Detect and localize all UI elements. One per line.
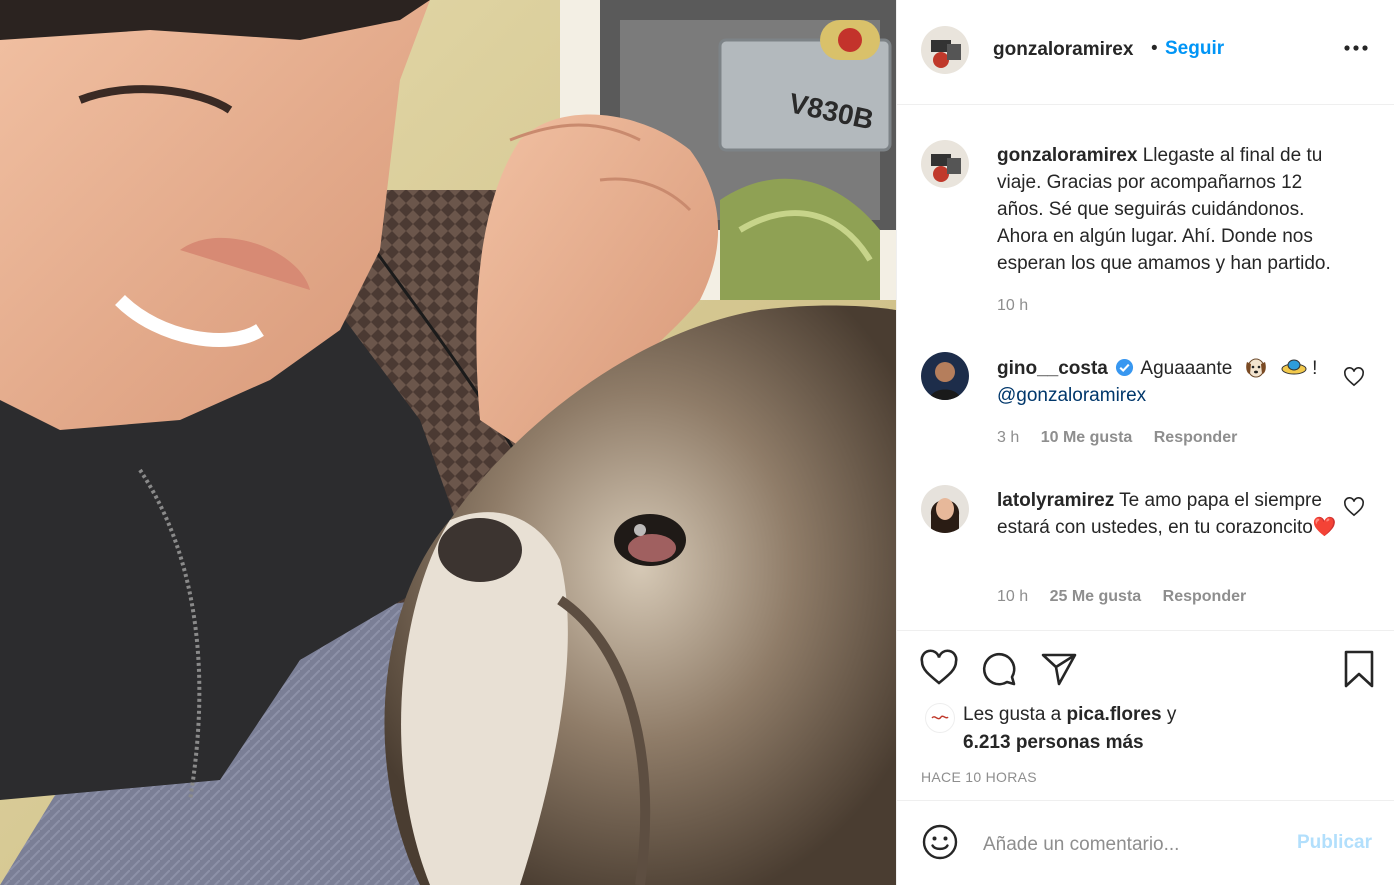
emoji-picker-icon[interactable] — [921, 823, 959, 861]
flying-saucer-emoji-icon — [1281, 359, 1307, 375]
comment-likes-count[interactable]: 25 Me gusta — [1050, 588, 1142, 605]
follow-button[interactable]: Seguir — [1165, 38, 1224, 60]
dog-emoji-icon — [1245, 358, 1266, 378]
post-sidebar: gonzaloramirex • Seguir gonzaloramirex L… — [896, 0, 1394, 885]
likes-prefix: Les gusta a — [963, 704, 1062, 725]
red-heart-emoji: ❤️ — [1312, 516, 1337, 538]
separator-dot: • — [1151, 38, 1158, 59]
verified-badge-icon — [1116, 358, 1134, 377]
post-actions: Les gusta a pica.flores y 6.213 personas… — [897, 630, 1394, 801]
publish-button[interactable]: Publicar — [1297, 832, 1372, 854]
post-photo[interactable]: V830B — [0, 0, 896, 885]
comment-text: Aguaaante — [1140, 358, 1233, 379]
comments-list[interactable]: gonzaloramirex Llegaste al final de tu v… — [897, 105, 1394, 630]
author-avatar[interactable] — [921, 26, 969, 74]
author-username[interactable]: gonzaloramirex — [993, 39, 1133, 61]
comment-username[interactable]: gino__costa — [997, 358, 1108, 379]
liker-avatar[interactable] — [925, 703, 955, 733]
caption-time[interactable]: 10 h — [997, 297, 1028, 314]
caption-username[interactable]: gonzaloramirex — [997, 145, 1137, 166]
add-comment-bar: Publicar — [897, 800, 1394, 886]
comment-bubble-icon[interactable] — [979, 649, 1019, 689]
comment-avatar[interactable] — [921, 485, 969, 533]
mention-link[interactable]: @gonzaloramirex — [997, 385, 1146, 406]
post-modal: V830B gonzaloramirex • Seguir gonzaloram… — [0, 0, 1394, 885]
share-paper-plane-icon[interactable] — [1039, 649, 1079, 689]
comment-input[interactable] — [981, 829, 1285, 861]
more-options-icon[interactable] — [1341, 36, 1371, 60]
reply-button[interactable]: Responder — [1163, 588, 1247, 605]
comment-item: latolyramirez Te amo papa el siempre est… — [997, 487, 1337, 541]
comment-like-heart-icon[interactable] — [1343, 367, 1365, 387]
comment-username[interactable]: latolyramirez — [997, 490, 1114, 511]
like-heart-icon[interactable] — [919, 649, 959, 689]
comment-exclamation: ! — [1312, 358, 1318, 379]
save-bookmark-icon[interactable] — [1339, 649, 1379, 689]
caption: gonzaloramirex Llegaste al final de tu v… — [997, 142, 1337, 277]
likes-others[interactable]: 6.213 personas más — [963, 732, 1144, 753]
reply-button[interactable]: Responder — [1154, 429, 1238, 446]
comment-avatar[interactable] — [921, 352, 969, 400]
comment-time[interactable]: 3 h — [997, 429, 1019, 446]
comment-item: gino__costa Aguaaante ! @gonzaloramirex — [997, 355, 1337, 409]
comment-like-heart-icon[interactable] — [1343, 497, 1365, 517]
post-timestamp[interactable]: HACE 10 HORAS — [921, 769, 1037, 785]
comment-likes-count[interactable]: 10 Me gusta — [1041, 429, 1133, 446]
comment-time[interactable]: 10 h — [997, 588, 1028, 605]
caption-avatar[interactable] — [921, 140, 969, 188]
likes-summary: Les gusta a pica.flores y 6.213 personas… — [963, 701, 1176, 757]
comment-meta: 3 h 10 Me gusta Responder — [997, 429, 1254, 447]
post-header: gonzaloramirex • Seguir — [897, 0, 1394, 105]
caption-meta: 10 h — [997, 297, 1045, 315]
liker-username[interactable]: pica.flores — [1067, 704, 1162, 725]
photo-illustration: V830B — [0, 0, 896, 885]
comment-meta: 10 h 25 Me gusta Responder — [997, 588, 1263, 606]
likes-conj: y — [1166, 704, 1177, 725]
